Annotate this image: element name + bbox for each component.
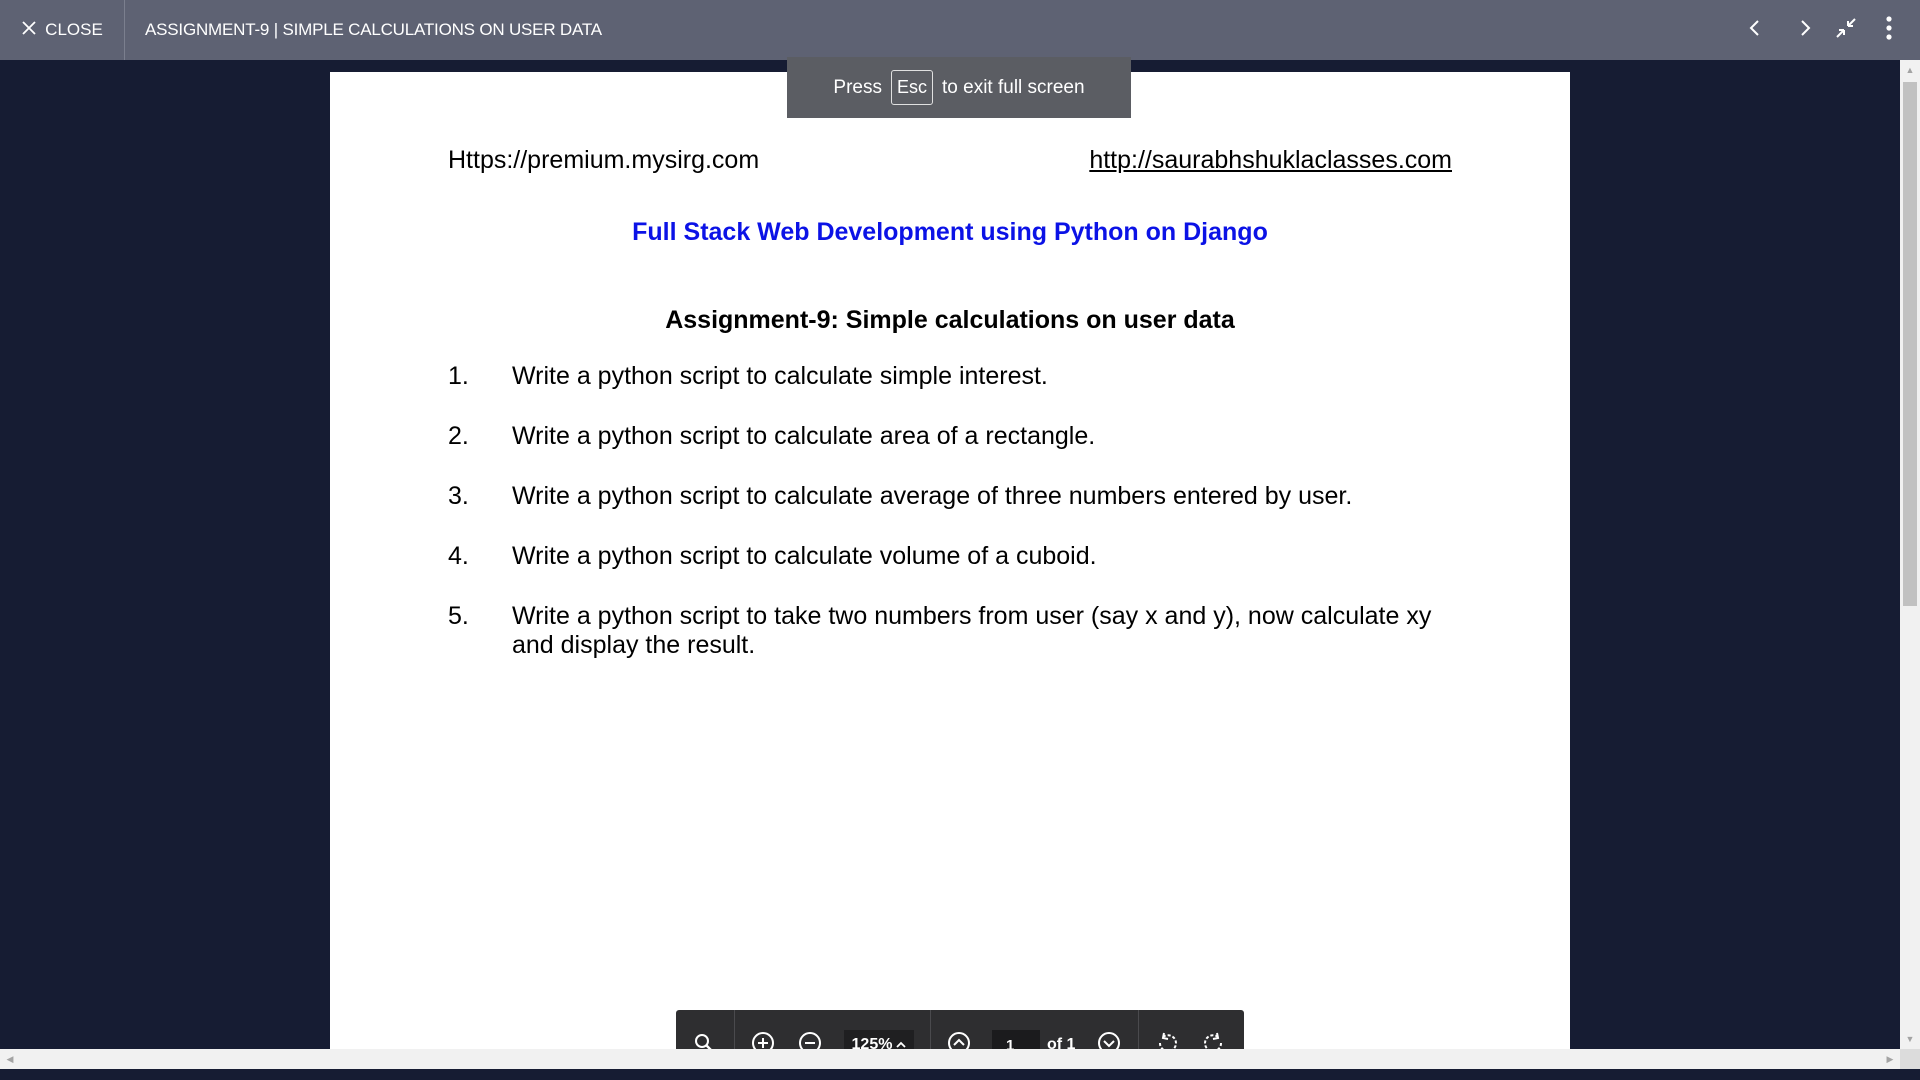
list-item-text: Write a python script to take two number…: [512, 602, 1432, 659]
more-options-button[interactable]: [1871, 12, 1907, 48]
course-title: Full Stack Web Development using Python …: [632, 218, 1268, 246]
horizontal-scrollbar[interactable]: ◀ ▶: [0, 1049, 1900, 1069]
exit-fullscreen-button[interactable]: [1828, 12, 1864, 48]
task-list: 1. Write a python script to calculate si…: [448, 362, 1458, 691]
list-item-number: 5.: [448, 602, 469, 630]
list-item: 3. Write a python script to calculate av…: [448, 482, 1458, 511]
list-item-number: 4.: [448, 542, 469, 570]
toast-press-label: Press: [833, 76, 882, 98]
zoom-in-icon: [751, 1031, 775, 1049]
rotate-ccw-icon: [1155, 1031, 1179, 1049]
page-total-label: of 1: [1047, 1036, 1076, 1049]
list-item-text: Write a python script to calculate simpl…: [512, 362, 1048, 390]
close-label: CLOSE: [45, 20, 103, 39]
page-down-icon: [1097, 1031, 1121, 1049]
assignment-title: Assignment-9: Simple calculations on use…: [665, 306, 1235, 334]
more-vert-icon: [1885, 15, 1893, 46]
toolbar-divider: [930, 1010, 931, 1049]
bottom-strip: [0, 1069, 1920, 1080]
list-item: 2. Write a python script to calculate ar…: [448, 422, 1458, 451]
list-item: 5. Write a python script to take two num…: [448, 602, 1458, 660]
toolbar-divider: [734, 1010, 735, 1049]
chevron-right-icon: [1798, 19, 1812, 42]
fullscreen-toast: Press Esc to exit full screen: [787, 57, 1131, 118]
next-button[interactable]: [1787, 12, 1823, 48]
esc-key-badge: Esc: [890, 70, 933, 105]
zoom-select[interactable]: 125%: [844, 1030, 914, 1049]
list-item-number: 2.: [448, 422, 469, 450]
document-title: ASSIGNMENT-9 | SIMPLE CALCULATIONS ON US…: [145, 20, 602, 39]
list-item-text: Write a python script to calculate volum…: [512, 542, 1097, 570]
header-right-link[interactable]: http://saurabhshuklaclasses.com: [1089, 146, 1452, 175]
topbar-divider: [124, 0, 125, 60]
scroll-right-arrow[interactable]: ▶: [1882, 1051, 1898, 1067]
toast-message: to exit full screen: [942, 76, 1085, 98]
list-item-number: 3.: [448, 482, 469, 510]
rotate-clockwise-button[interactable]: [1196, 1027, 1232, 1049]
rotate-cw-icon: [1202, 1031, 1226, 1049]
close-icon: [21, 20, 37, 41]
scroll-left-arrow[interactable]: ◀: [2, 1051, 18, 1067]
viewer-topbar: CLOSE ASSIGNMENT-9 | SIMPLE CALCULATIONS…: [0, 0, 1920, 60]
list-item-text: Write a python script to calculate area …: [512, 422, 1096, 450]
exit-fullscreen-icon: [1834, 16, 1858, 45]
toolbar-divider: [1138, 1010, 1139, 1049]
scroll-up-arrow[interactable]: ▲: [1902, 62, 1918, 78]
search-button[interactable]: [686, 1027, 722, 1049]
page-up-icon: [947, 1031, 971, 1049]
scrollbar-corner: [1900, 1049, 1920, 1069]
list-item: 1. Write a python script to calculate si…: [448, 362, 1458, 391]
list-item-number: 1.: [448, 362, 469, 390]
scroll-down-arrow[interactable]: ▼: [1902, 1031, 1918, 1047]
list-item-text: Write a python script to calculate avera…: [512, 482, 1353, 510]
chevron-up-icon: [896, 1036, 907, 1049]
previous-button[interactable]: [1737, 12, 1773, 48]
vertical-scroll-thumb[interactable]: [1903, 82, 1917, 606]
zoom-in-button[interactable]: [745, 1027, 781, 1049]
rotate-counterclockwise-button[interactable]: [1149, 1027, 1185, 1049]
list-item: 4. Write a python script to calculate vo…: [448, 542, 1458, 571]
chevron-left-icon: [1748, 19, 1762, 42]
next-page-button[interactable]: [1091, 1027, 1127, 1049]
search-icon: [693, 1032, 715, 1049]
zoom-value: 125%: [851, 1036, 893, 1049]
pdf-toolbar: 125% of 1: [676, 1010, 1244, 1049]
page-number-input[interactable]: [992, 1030, 1040, 1049]
zoom-out-icon: [798, 1031, 822, 1049]
pdf-page: Https://premium.mysirg.com http://saurab…: [330, 72, 1570, 1049]
document-viewer[interactable]: Https://premium.mysirg.com http://saurab…: [0, 60, 1900, 1049]
vertical-scrollbar[interactable]: ▲ ▼: [1900, 60, 1920, 1049]
zoom-out-button[interactable]: [792, 1027, 828, 1049]
header-left-url: Https://premium.mysirg.com: [448, 146, 760, 174]
close-button[interactable]: CLOSE: [0, 0, 124, 60]
previous-page-button[interactable]: [941, 1027, 977, 1049]
